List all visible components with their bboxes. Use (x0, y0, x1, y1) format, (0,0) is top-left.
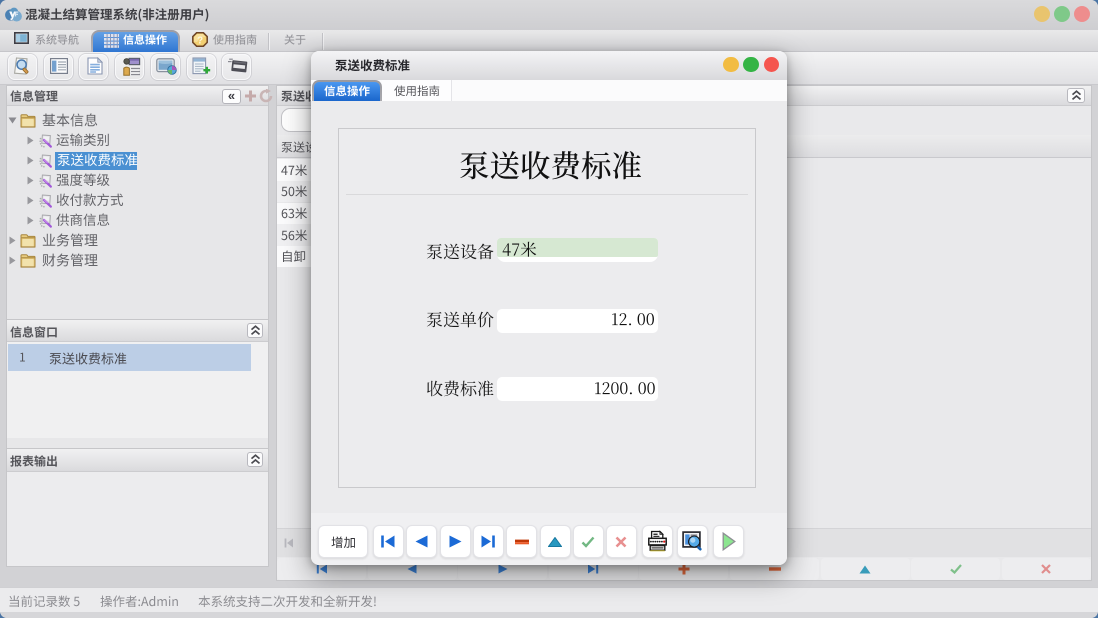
svg-text:?: ? (197, 35, 203, 46)
